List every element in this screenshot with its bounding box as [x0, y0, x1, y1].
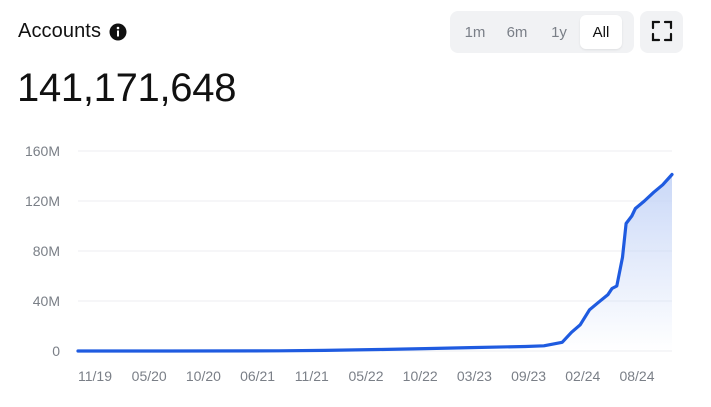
x-tick-label: 05/22: [348, 368, 383, 384]
accounts-area-chart: 0 40M 80M 120M 160M 11/19 05/20 10/20 06/21 11/2…: [25, 143, 674, 384]
x-tick-label: 11/19: [78, 368, 112, 384]
x-axis-ticks: 11/19 05/20 10/20 06/21 11/21 05/22 10/22 03/23…: [78, 368, 655, 384]
x-tick-label: 03/23: [457, 368, 492, 384]
x-tick-label: 05/20: [132, 368, 167, 384]
x-tick-label: 10/22: [403, 368, 438, 384]
x-tick-label: 02/24: [565, 368, 600, 384]
y-tick-label: 120M: [25, 193, 60, 209]
y-tick-label: 80M: [33, 243, 60, 259]
x-tick-label: 10/20: [186, 368, 221, 384]
y-tick-label: 0: [52, 343, 60, 359]
x-tick-label: 11/21: [295, 368, 329, 384]
y-tick-label: 40M: [33, 293, 60, 309]
x-tick-label: 08/24: [619, 368, 654, 384]
y-tick-label: 160M: [25, 143, 60, 159]
x-tick-label: 06/21: [240, 368, 275, 384]
x-tick-label: 09/23: [511, 368, 546, 384]
y-axis-ticks: 0 40M 80M 120M 160M: [25, 143, 60, 359]
